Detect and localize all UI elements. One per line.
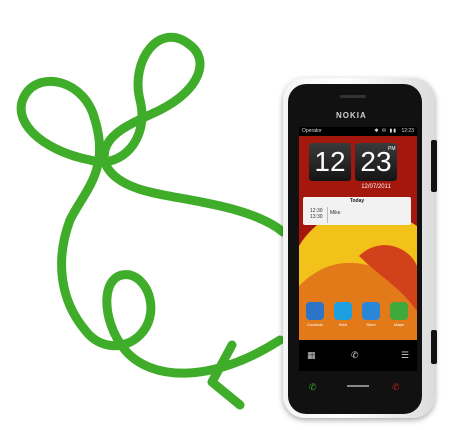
web-icon [334,302,352,320]
bottom-toolbar: ▦ ✆ ☰ [299,340,417,371]
status-time: 12:23 [401,128,414,134]
clock-ampm: PM [388,146,396,152]
clock-date: 12/07/2011 [361,184,391,190]
agenda-entry: Mike [330,210,341,216]
maps-icon [390,302,408,320]
app-contacts[interactable]: Contacts [305,302,325,327]
hardware-menu-key[interactable] [347,385,369,387]
side-key-lower [431,330,437,364]
status-icons: ✱ ✉ ▮▮ [374,128,397,134]
app-label: Maps [394,322,404,327]
app-web[interactable]: Web [333,302,353,327]
agenda-separator [327,207,328,223]
status-bar: Operator ✱ ✉ ▮▮ 12:23 [299,127,417,136]
app-label: Web [338,322,348,327]
agenda-time: 12:30 13:30 [310,208,323,220]
phone-screen: Operator ✱ ✉ ▮▮ 12:23 12 23 PM 12/07/201… [299,127,417,371]
brand-logo: NOKIA [336,111,367,120]
applications-grid-icon[interactable]: ▦ [307,350,316,361]
app-maps[interactable]: Maps [389,302,409,327]
app-dock: Contacts Web Store Maps [299,302,417,336]
operator-label: Operator [302,128,322,134]
app-label: Contacts [307,322,323,327]
agenda-widget[interactable]: Today 12:30 13:30 Mike [303,197,411,225]
app-label: Store [366,322,376,327]
agenda-title: Today [349,198,365,204]
agenda-time-end: 13:30 [310,214,323,220]
hardware-end-key-icon[interactable]: ✆ [392,382,404,392]
clock-hours[interactable]: 12 [309,143,351,181]
app-store[interactable]: Store [361,302,381,327]
menu-icon[interactable]: ☰ [401,350,409,361]
side-key-upper [431,140,437,192]
phone-call-icon[interactable]: ✆ [351,350,359,361]
store-icon [362,302,380,320]
scribble-loop-path [16,32,288,378]
earpiece [340,95,366,98]
scribble-arrowhead [207,340,245,410]
hardware-call-key-icon[interactable]: ✆ [309,382,321,392]
contacts-icon [306,302,324,320]
